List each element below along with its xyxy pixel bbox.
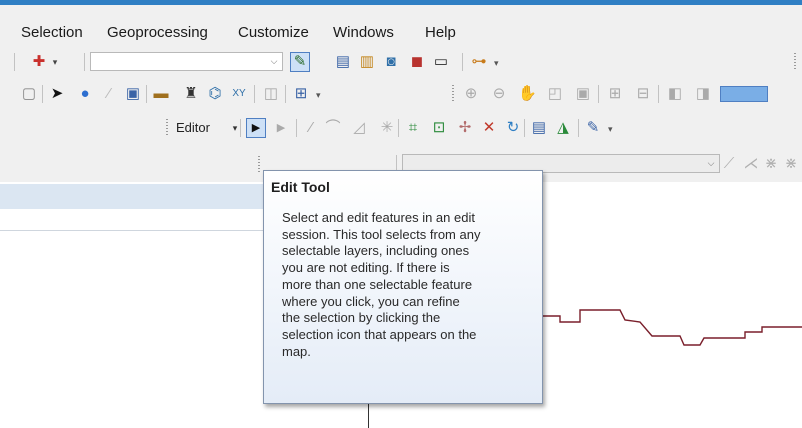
tooltip-body: Select and edit features in an edit sess… (282, 210, 481, 359)
edit-tool-tooltip: Edit Tool Select and edit features in an… (263, 170, 543, 404)
map-boundary-line (530, 309, 802, 346)
tooltip-title: Edit Tool (271, 179, 330, 195)
